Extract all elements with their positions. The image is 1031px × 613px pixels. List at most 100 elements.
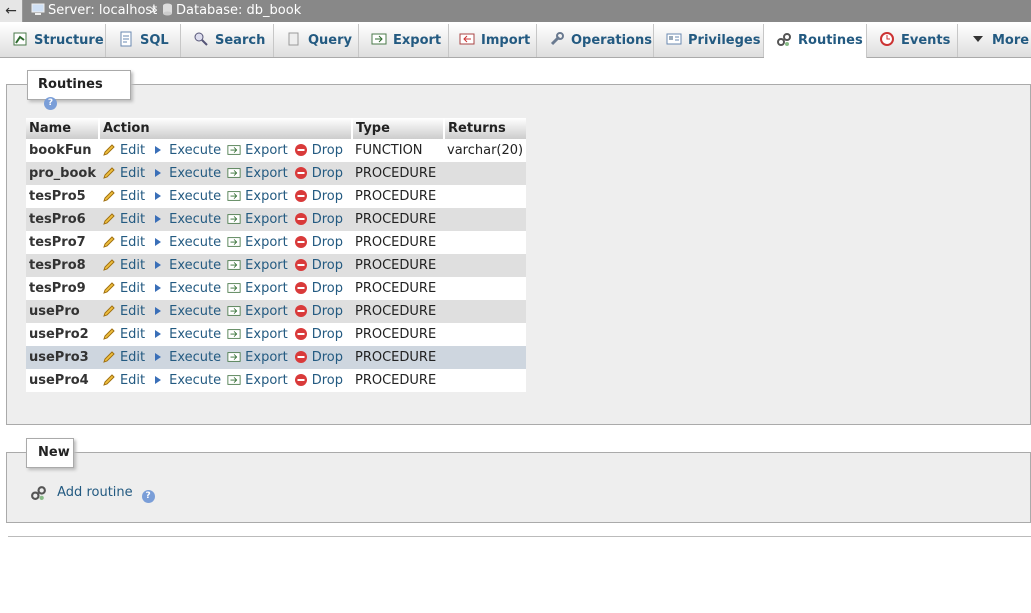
tab-structure[interactable]: Structure [0, 24, 106, 57]
edit-action[interactable]: Edit [102, 281, 145, 296]
drop-action[interactable]: Drop [294, 212, 343, 227]
routines-legend-label: Routines [38, 77, 103, 92]
export-action[interactable]: Export [227, 143, 288, 158]
routine-row[interactable]: pro_book Edit Execute Export Drop PROCEDURE [26, 162, 527, 185]
play-icon [155, 284, 162, 292]
routine-row[interactable]: tesPro5 Edit Execute Export Drop PROCEDURE [26, 185, 527, 208]
pencil-icon [103, 236, 115, 248]
routine-row[interactable]: usePro3 Edit Execute Export Drop PROCEDURE [26, 346, 527, 369]
execute-action[interactable]: Execute [151, 373, 221, 388]
execute-label: Execute [169, 304, 222, 319]
edit-action[interactable]: Edit [102, 304, 145, 319]
edit-action[interactable]: Edit [102, 212, 145, 227]
export-action[interactable]: Export [227, 235, 288, 250]
drop-action[interactable]: Drop [294, 327, 343, 342]
column-header-returns[interactable]: Returns [444, 118, 527, 139]
column-header-type[interactable]: Type [352, 118, 445, 139]
routine-row[interactable]: bookFun Edit Execute Export Drop FUNCTION varc… [26, 139, 527, 162]
execute-action[interactable]: Execute [151, 350, 221, 365]
routines-legend: Routines? [27, 70, 131, 110]
routine-row[interactable]: tesPro7 Edit Execute Export Drop PROCEDURE [26, 231, 527, 254]
drop-action[interactable]: Drop [294, 350, 343, 365]
drop-label: Drop [311, 189, 343, 204]
execute-action[interactable]: Execute [151, 235, 221, 250]
drop-action[interactable]: Drop [294, 189, 343, 204]
pencil-icon [103, 305, 115, 317]
add-routine-link[interactable]: Add routine? [30, 484, 155, 503]
routine-row[interactable]: tesPro9 Edit Execute Export Drop PROCEDURE [26, 277, 527, 300]
export-action[interactable]: Export [227, 258, 288, 273]
edit-action[interactable]: Edit [102, 189, 145, 204]
execute-action[interactable]: Execute [151, 327, 221, 342]
pencil-icon [103, 144, 115, 156]
routine-type: PROCEDURE [352, 231, 444, 254]
edit-action[interactable]: Edit [102, 373, 145, 388]
execute-label: Execute [169, 258, 222, 273]
execute-action[interactable]: Execute [151, 281, 221, 296]
export-action[interactable]: Export [227, 327, 288, 342]
export-icon [227, 191, 241, 201]
routine-returns [444, 185, 527, 208]
edit-action[interactable]: Edit [102, 235, 145, 250]
drop-action[interactable]: Drop [294, 166, 343, 181]
tab-label: Search [215, 33, 266, 48]
execute-action[interactable]: Execute [151, 143, 221, 158]
tab-sql[interactable]: SQL [106, 24, 181, 57]
edit-action[interactable]: Edit [102, 350, 145, 365]
tab-search[interactable]: Search [181, 24, 274, 57]
edit-action[interactable]: Edit [102, 166, 145, 181]
export-action[interactable]: Export [227, 189, 288, 204]
tab-routines[interactable]: Routines [764, 24, 867, 58]
tab-export[interactable]: Export [359, 24, 449, 57]
routine-name: tesPro9 [26, 277, 99, 300]
help-icon[interactable]: ? [44, 97, 57, 110]
drop-action[interactable]: Drop [294, 235, 343, 250]
edit-action[interactable]: Edit [102, 258, 145, 273]
routine-row[interactable]: usePro2 Edit Execute Export Drop PROCEDURE [26, 323, 527, 346]
drop-label: Drop [311, 327, 343, 342]
edit-action[interactable]: Edit [102, 327, 145, 342]
execute-action[interactable]: Execute [151, 166, 221, 181]
execute-label: Execute [169, 212, 222, 227]
routine-row[interactable]: usePro4 Edit Execute Export Drop PROCEDURE [26, 369, 527, 392]
tab-query[interactable]: Query [274, 24, 359, 57]
routine-row[interactable]: usePro Edit Execute Export Drop PROCEDURE [26, 300, 527, 323]
export-action[interactable]: Export [227, 166, 288, 181]
routine-row[interactable]: tesPro6 Edit Execute Export Drop PROCEDURE [26, 208, 527, 231]
play-icon [155, 376, 162, 384]
breadcrumb-database[interactable]: Database: db_book [162, 0, 301, 22]
routine-row[interactable]: tesPro8 Edit Execute Export Drop PROCEDURE [26, 254, 527, 277]
drop-action[interactable]: Drop [294, 304, 343, 319]
export-icon [227, 352, 241, 362]
routine-returns [444, 369, 527, 392]
structure-icon [13, 32, 27, 46]
breadcrumb-server[interactable]: Server: localhost [31, 0, 157, 22]
tab-label: Privileges [688, 33, 761, 48]
export-action[interactable]: Export [227, 281, 288, 296]
export-action[interactable]: Export [227, 350, 288, 365]
drop-action[interactable]: Drop [294, 143, 343, 158]
breadcrumb-server-label: Server: localhost [48, 3, 158, 18]
edit-action[interactable]: Edit [102, 143, 145, 158]
execute-action[interactable]: Execute [151, 212, 221, 227]
execute-action[interactable]: Execute [151, 189, 221, 204]
tab-operations[interactable]: Operations [537, 24, 654, 57]
export-action[interactable]: Export [227, 304, 288, 319]
column-header-name[interactable]: Name [26, 118, 100, 139]
tab-more[interactable]: More [958, 24, 1031, 57]
export-action[interactable]: Export [227, 373, 288, 388]
tab-events[interactable]: Events [867, 24, 958, 57]
execute-action[interactable]: Execute [151, 304, 221, 319]
tab-privileges[interactable]: Privileges [654, 24, 764, 57]
drop-action[interactable]: Drop [294, 373, 343, 388]
drop-action[interactable]: Drop [294, 258, 343, 273]
play-icon [155, 238, 162, 246]
help-icon[interactable]: ? [141, 490, 155, 503]
drop-action[interactable]: Drop [294, 281, 343, 296]
execute-action[interactable]: Execute [151, 258, 221, 273]
export-action[interactable]: Export [227, 212, 288, 227]
play-icon [155, 261, 162, 269]
tab-label: SQL [140, 33, 169, 48]
back-arrow-icon[interactable]: ← [0, 0, 23, 22]
tab-import[interactable]: Import [449, 24, 537, 57]
